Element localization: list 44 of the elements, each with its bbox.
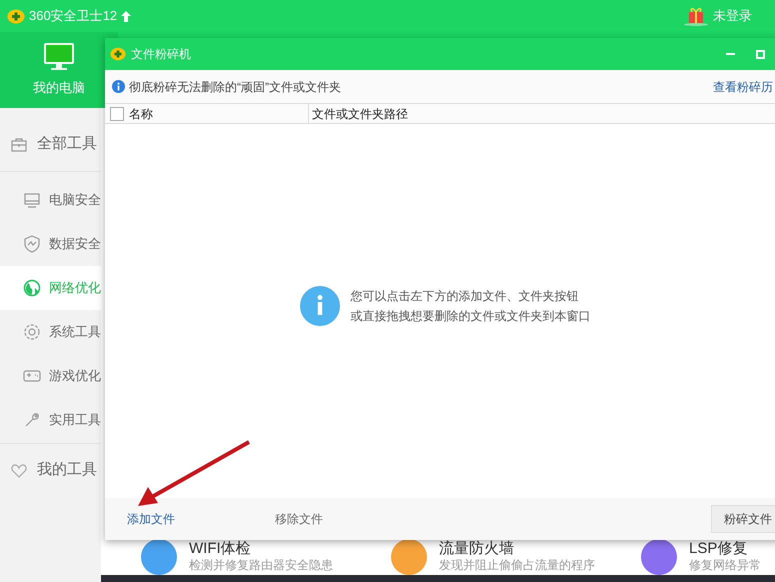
logo-icon [7, 8, 25, 24]
column-header[interactable]: 名称 [129, 104, 153, 122]
sidebar-item[interactable]: 我的工具 [0, 443, 101, 497]
sidebar-item[interactable]: 系统工具 [0, 310, 101, 354]
dialog-title: 文件粉碎机 [131, 46, 191, 63]
info-icon [300, 286, 340, 326]
tool-description: 修复网络异常 [689, 557, 761, 574]
gear-icon [23, 323, 41, 341]
info-icon [112, 80, 125, 93]
shred-button[interactable]: 粉碎文件 [711, 505, 775, 533]
app-title: 360安全卫士12 [29, 7, 118, 26]
wrench-icon [23, 411, 41, 429]
sidebar-item[interactable]: 电脑安全 [0, 178, 101, 222]
sidebar-item[interactable]: 实用工具 [0, 398, 101, 442]
monitor-icon [23, 191, 41, 209]
tool-title[interactable]: LSP修复 [689, 540, 761, 557]
heart-icon [10, 462, 28, 480]
gift-icon[interactable] [683, 6, 709, 26]
toolbox-icon [10, 136, 28, 154]
sidebar-item[interactable]: 网络优化 [0, 266, 101, 310]
tool-icon[interactable] [141, 539, 177, 575]
tool-title[interactable]: 流量防火墙 [439, 540, 595, 557]
shield-icon [23, 235, 41, 253]
tool-description: 发现并阻止偷偷占流量的程序 [439, 557, 595, 574]
maximize-icon[interactable] [756, 50, 765, 58]
sidebar-item[interactable]: 数据安全 [0, 222, 101, 266]
upgrade-arrow-icon[interactable] [121, 10, 132, 22]
tool-title[interactable]: WIFI体检 [189, 540, 333, 557]
tool-description: 检测并修复路由器安全隐患 [189, 557, 333, 574]
sidebar-item[interactable]: 游戏优化 [0, 354, 101, 398]
tool-icon[interactable] [391, 539, 427, 575]
notice-text: 彻底粉碎无法删除的“顽固”文件或文件夹 [129, 78, 341, 96]
empty-message: 您可以点击左下方的添加文件、文件夹按钮 [350, 288, 580, 305]
sidebar-item[interactable]: 全部工具 [0, 118, 101, 172]
history-link[interactable]: 查看粉碎历 [713, 78, 773, 96]
select-all-checkbox[interactable] [110, 106, 124, 120]
action-button[interactable]: 移除文件 [275, 510, 475, 528]
tool-icon[interactable] [641, 539, 677, 575]
logo-icon [110, 47, 126, 61]
action-button[interactable]: 添加文件 [127, 510, 275, 528]
column-header[interactable]: 文件或文件夹路径 [309, 104, 408, 122]
globe-icon [23, 279, 41, 297]
empty-message: 或直接拖拽想要删除的文件或文件夹到本窗口 [350, 308, 590, 325]
monitor-icon [43, 42, 75, 72]
